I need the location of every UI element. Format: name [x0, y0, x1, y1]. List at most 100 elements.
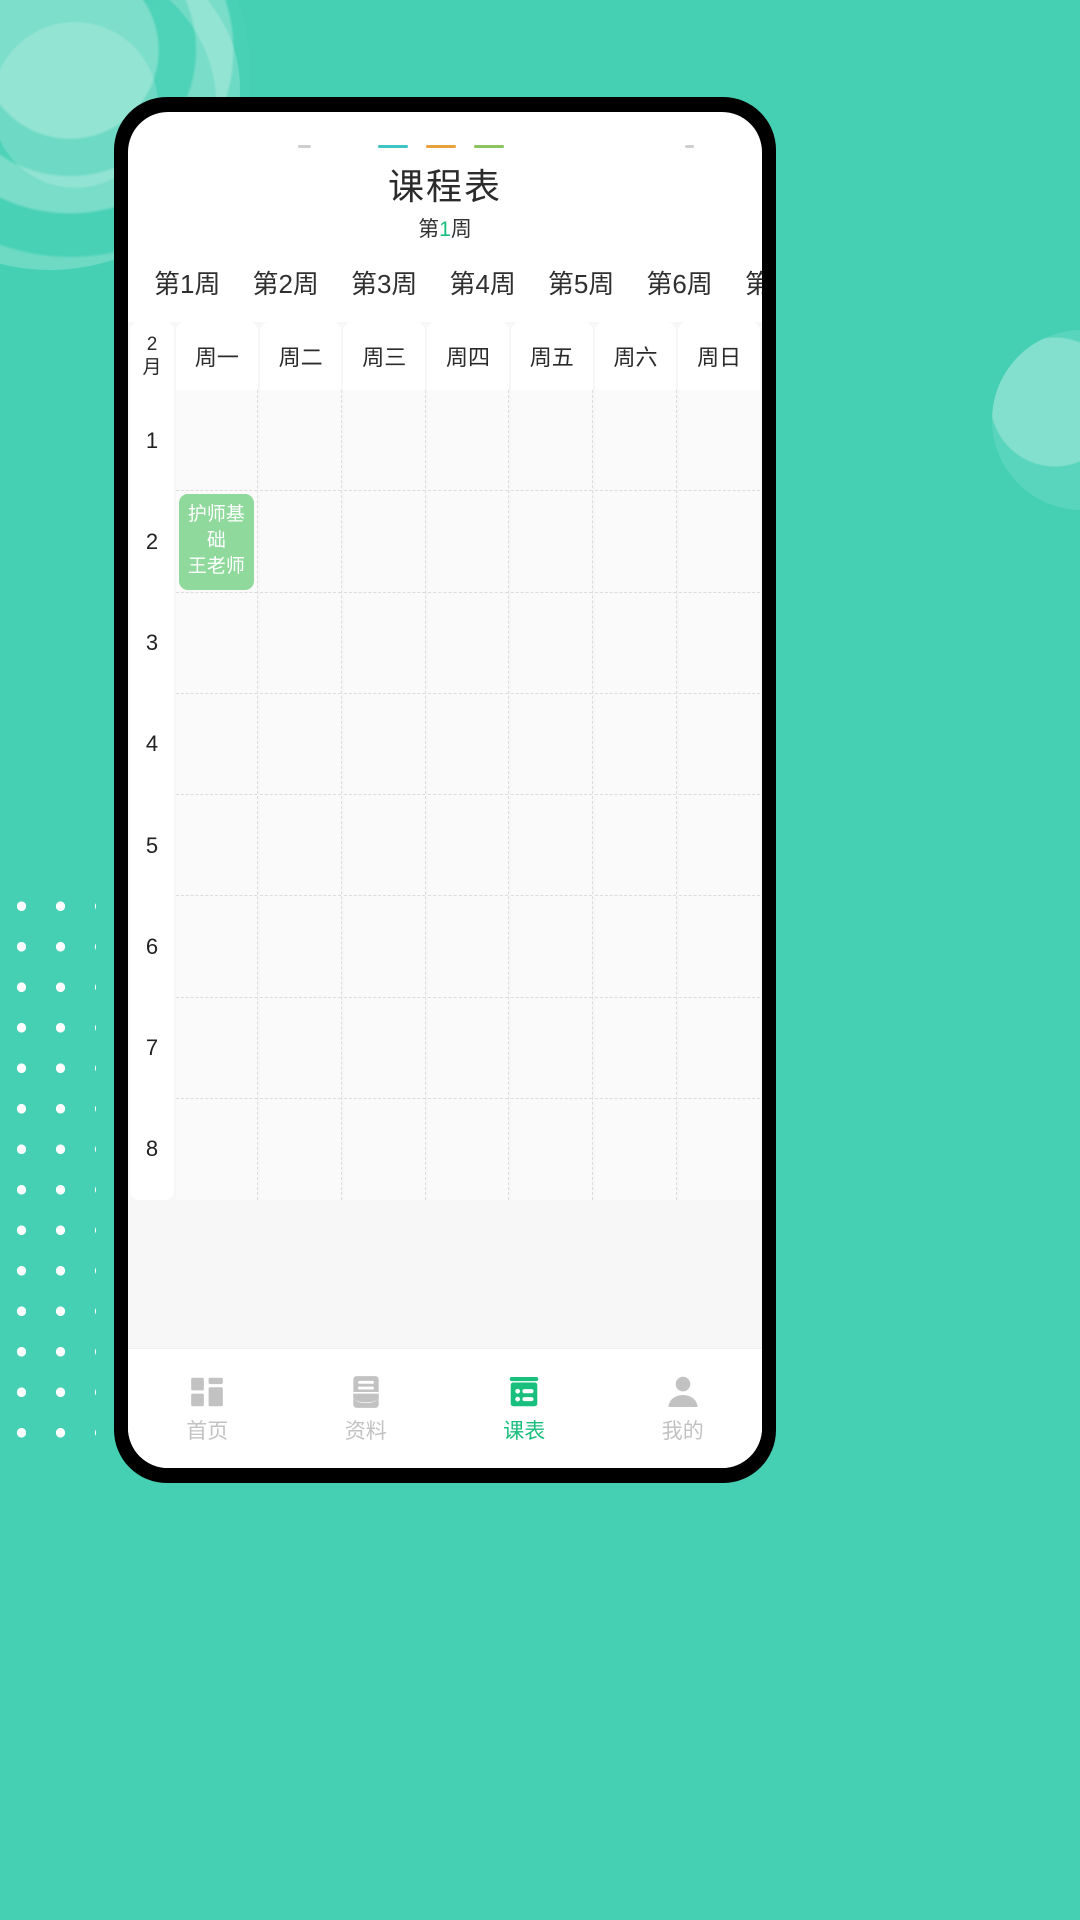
- schedule-cell[interactable]: [344, 1099, 425, 1200]
- schedule-cell[interactable]: [343, 795, 425, 897]
- schedule-cell[interactable]: [679, 491, 761, 593]
- schedule-cell[interactable]: [427, 795, 509, 897]
- schedule-cell[interactable]: [427, 491, 509, 593]
- schedule-cell[interactable]: [595, 390, 677, 492]
- schedule-cell[interactable]: [260, 1099, 341, 1200]
- month-number: 2: [146, 334, 158, 355]
- schedule-cell[interactable]: [176, 795, 257, 897]
- schedule-cell[interactable]: 护师基础 王老师: [176, 491, 257, 593]
- schedule-cell[interactable]: [259, 694, 341, 795]
- course-block[interactable]: 护师基础 王老师: [179, 494, 254, 590]
- day-column-7: [679, 390, 761, 1200]
- subtitle-suffix: 周: [450, 218, 472, 241]
- schedule-cell[interactable]: [679, 795, 761, 897]
- nav-label: 首页: [186, 1420, 229, 1443]
- week-tab-6[interactable]: 第6周: [630, 246, 728, 322]
- schedule-cell[interactable]: [511, 390, 593, 492]
- schedule-cell[interactable]: [176, 390, 257, 492]
- schedule-cell[interactable]: [595, 694, 677, 795]
- period-number: 8: [145, 1136, 159, 1162]
- schedule-cell[interactable]: [427, 593, 509, 694]
- day-column-1: 护师基础 王老师: [176, 390, 258, 1200]
- status-bar: [128, 112, 762, 158]
- page-title: 课程表: [387, 166, 502, 207]
- schedule-cell[interactable]: [511, 1099, 592, 1200]
- title-bar: 课程表 第1周: [128, 158, 762, 246]
- schedule-cell[interactable]: [176, 694, 257, 795]
- schedule-cell[interactable]: [427, 998, 509, 1099]
- schedule-cell[interactable]: [259, 896, 341, 998]
- week-tab-strip[interactable]: 第1周第2周第3周第4周第5周第6周第7周第8周: [128, 246, 762, 322]
- schedule-cell[interactable]: [343, 896, 425, 998]
- schedule-cell[interactable]: [427, 896, 509, 998]
- schedule-cell[interactable]: [595, 896, 677, 998]
- day-column-5: [511, 390, 594, 1200]
- nav-item-schedule-list[interactable]: 课表: [445, 1373, 604, 1444]
- week-tab-3[interactable]: 第3周: [335, 246, 433, 322]
- week-tab-1[interactable]: 第1周: [138, 246, 236, 322]
- schedule-cell[interactable]: [679, 896, 761, 998]
- bottom-navigation-bar[interactable]: 首页 资料 课表 我的: [128, 1348, 762, 1468]
- schedule-cell[interactable]: [259, 795, 341, 897]
- schedule-cell[interactable]: [679, 1099, 760, 1200]
- week-tab-5[interactable]: 第5周: [532, 246, 630, 322]
- day-column-3: [343, 390, 426, 1200]
- period-number: 5: [145, 832, 159, 858]
- schedule-cell[interactable]: [343, 491, 425, 593]
- week-tab-2[interactable]: 第2周: [236, 246, 334, 322]
- person-profile-icon: [664, 1373, 702, 1411]
- schedule-cell[interactable]: [595, 998, 677, 1099]
- schedule-cell[interactable]: [176, 998, 257, 1099]
- nav-label: 课表: [503, 1420, 546, 1443]
- status-left-indicator: [298, 145, 311, 148]
- schedule-cell[interactable]: [343, 390, 425, 492]
- week-tab-7[interactable]: 第7周: [729, 246, 762, 322]
- schedule-header-row: 2 月 周一 周二 周三 周四 周五 周六 周日: [128, 322, 762, 390]
- schedule-cell[interactable]: [679, 694, 761, 795]
- schedule-cell[interactable]: [511, 896, 593, 998]
- schedule-cell[interactable]: [595, 593, 677, 694]
- schedule-cell[interactable]: [595, 1099, 676, 1200]
- schedule-cell[interactable]: [595, 795, 677, 897]
- schedule-cell[interactable]: [679, 998, 761, 1099]
- schedule-cell[interactable]: [343, 694, 425, 795]
- day-column-6: [595, 390, 678, 1200]
- schedule-cell[interactable]: [679, 390, 761, 492]
- day-header-4: 周四: [427, 322, 509, 390]
- period-number: 1: [145, 427, 159, 453]
- schedule-cell[interactable]: [511, 491, 593, 593]
- phone-frame: 课程表 第1周 第1周第2周第3周第4周第5周第6周第7周第8周 2 月 周一周…: [115, 98, 775, 1482]
- schedule-cell[interactable]: [427, 390, 509, 492]
- schedule-cell[interactable]: [511, 694, 593, 795]
- nav-item-dashboard-grid[interactable]: 首页: [128, 1373, 287, 1444]
- nav-item-document-stack[interactable]: 资料: [287, 1373, 446, 1444]
- schedule-cell[interactable]: [511, 795, 593, 897]
- schedule-cell[interactable]: [428, 1099, 509, 1200]
- dashboard-grid-icon: [188, 1373, 226, 1411]
- schedule-cell[interactable]: [259, 491, 341, 593]
- period-number: 6: [145, 933, 159, 959]
- schedule-cell[interactable]: [176, 896, 257, 998]
- schedule-cell[interactable]: [259, 998, 341, 1099]
- period-number: 3: [145, 630, 159, 656]
- schedule-cell[interactable]: [176, 593, 257, 694]
- status-signal-indicator: [378, 145, 408, 148]
- schedule-cell[interactable]: [679, 593, 761, 694]
- day-header-7: 周日: [678, 322, 761, 390]
- schedule-body: 1 2 3 4 5 6 7 8 护师基础 王老师: [128, 390, 762, 1200]
- nav-item-person-profile[interactable]: 我的: [604, 1373, 763, 1444]
- day-column-4: [427, 390, 510, 1200]
- schedule-cell[interactable]: [176, 1099, 257, 1200]
- schedule-cell[interactable]: [343, 593, 425, 694]
- schedule-cell[interactable]: [427, 694, 509, 795]
- schedule-cell[interactable]: [511, 998, 593, 1099]
- current-week-label: 第1周: [128, 214, 762, 246]
- schedule-cell[interactable]: [343, 998, 425, 1099]
- week-tab-4[interactable]: 第4周: [433, 246, 531, 322]
- schedule-cell[interactable]: [511, 593, 593, 694]
- course-name: 护师基础: [187, 504, 245, 552]
- schedule-cell[interactable]: [259, 593, 341, 694]
- schedule-cell[interactable]: [259, 390, 341, 492]
- schedule-cell[interactable]: [595, 491, 677, 593]
- day-header-6: 周六: [594, 322, 677, 390]
